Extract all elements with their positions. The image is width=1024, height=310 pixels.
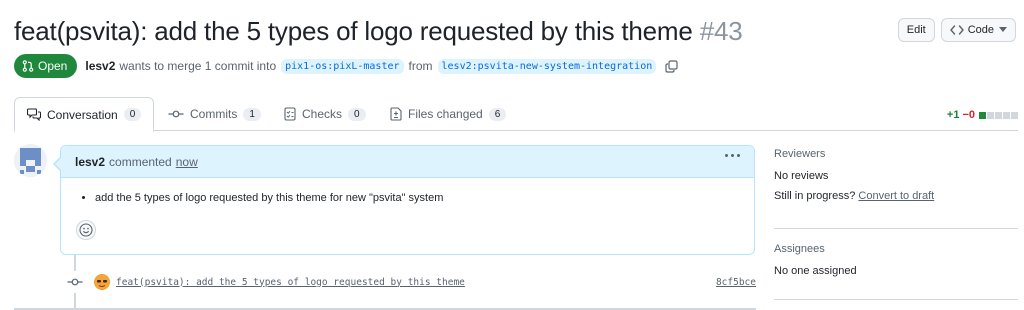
commit-sha-link[interactable]: 8cf5bce xyxy=(716,277,756,288)
sidebar-assignees: Assignees No one assigned xyxy=(774,243,1018,299)
comment-box: lesv2 commented now add the 5 types of l… xyxy=(53,145,755,255)
diffstat: +1 −0 xyxy=(947,109,1018,121)
copy-icon[interactable] xyxy=(665,59,678,73)
sidebar-divider xyxy=(774,299,1018,300)
tab-files-changed-count: 6 xyxy=(488,107,507,121)
file-diff-icon xyxy=(390,107,402,121)
pr-tabs: Conversation 0 Commits 1 Checks 0 Files … xyxy=(14,97,1018,132)
pr-title: feat(psvita): add the 5 types of logo re… xyxy=(14,16,743,47)
comment-author[interactable]: lesv2 xyxy=(75,155,105,169)
sidebar-divider xyxy=(774,228,1018,229)
comment-list-item: add the 5 types of logo requested by thi… xyxy=(95,192,734,204)
commit-message-link[interactable]: feat(psvita): add the 5 types of logo re… xyxy=(116,277,465,288)
git-commit-icon xyxy=(168,109,184,119)
tab-conversation-count: 0 xyxy=(123,108,142,121)
pull-request-icon xyxy=(22,60,34,72)
smiley-icon[interactable] xyxy=(76,220,96,240)
comment-header: lesv2 commented now xyxy=(61,146,754,178)
assignees-heading[interactable]: Assignees xyxy=(774,243,1018,255)
tab-conversation[interactable]: Conversation 0 xyxy=(14,97,155,132)
sidebar-reviewers: Reviewers No reviews Still in progress? … xyxy=(774,148,1018,224)
head-branch[interactable]: lesv2:psvita-new-system-integration xyxy=(437,58,657,74)
timeline-commit-item: feat(psvita): add the 5 types of logo re… xyxy=(64,270,756,294)
tab-files-changed[interactable]: Files changed 6 xyxy=(378,97,518,131)
convert-to-draft-link[interactable]: Convert to draft xyxy=(858,190,934,202)
tab-checks-label: Checks xyxy=(302,107,343,121)
code-icon xyxy=(950,24,964,36)
pr-title-text: feat(psvita): add the 5 types of logo re… xyxy=(14,16,693,46)
diffstat-blocks xyxy=(979,111,1018,119)
checklist-icon xyxy=(284,107,296,121)
tab-commits-count: 1 xyxy=(243,107,261,121)
code-button-label: Code xyxy=(967,24,994,36)
comment-discussion-icon xyxy=(27,108,41,121)
comment-action: commented xyxy=(109,154,172,169)
comment-body: add the 5 types of logo requested by thi… xyxy=(61,178,754,204)
merge-text: wants to merge 1 commit into xyxy=(119,59,277,73)
chevron-down-icon xyxy=(999,24,1007,36)
tab-checks[interactable]: Checks 0 xyxy=(272,97,378,131)
kebab-horizontal-icon[interactable] xyxy=(725,154,740,157)
pr-meta: Open lesv2 wants to merge 1 commit into … xyxy=(14,54,678,78)
pr-state-badge: Open xyxy=(14,54,78,78)
tab-conversation-label: Conversation xyxy=(47,107,118,122)
tab-files-changed-label: Files changed xyxy=(408,107,483,121)
reviewers-heading[interactable]: Reviewers xyxy=(774,148,1018,160)
diffstat-additions: +1 xyxy=(946,109,960,121)
assignees-value: No one assigned xyxy=(774,265,857,277)
code-button[interactable]: Code xyxy=(940,18,1016,42)
diffstat-deletions: −0 xyxy=(962,109,975,121)
git-commit-icon xyxy=(64,271,86,293)
commit-author-avatar[interactable] xyxy=(94,274,110,290)
pr-number: #43 xyxy=(699,16,743,46)
sidebar: Reviewers No reviews Still in progress? … xyxy=(774,148,1018,310)
base-branch[interactable]: pix1-os:pixL-master xyxy=(281,58,404,74)
tab-commits[interactable]: Commits 1 xyxy=(156,97,273,131)
edit-button-label: Edit xyxy=(906,24,926,36)
tab-checks-count: 0 xyxy=(348,107,366,121)
reviewers-value: No reviews xyxy=(774,170,829,182)
header-actions: Edit Code xyxy=(897,18,1016,42)
tab-commits-label: Commits xyxy=(190,107,238,121)
from-text: from xyxy=(408,59,433,73)
avatar[interactable] xyxy=(14,144,47,177)
draft-prompt-text: Still in progress? xyxy=(774,190,856,202)
pr-author-link[interactable]: lesv2 xyxy=(85,59,115,73)
edit-button[interactable]: Edit xyxy=(897,18,935,42)
comment-timestamp[interactable]: now xyxy=(176,155,198,169)
pr-state-label: Open xyxy=(38,59,68,73)
draft-prompt: Still in progress? Convert to draft xyxy=(774,190,1018,202)
